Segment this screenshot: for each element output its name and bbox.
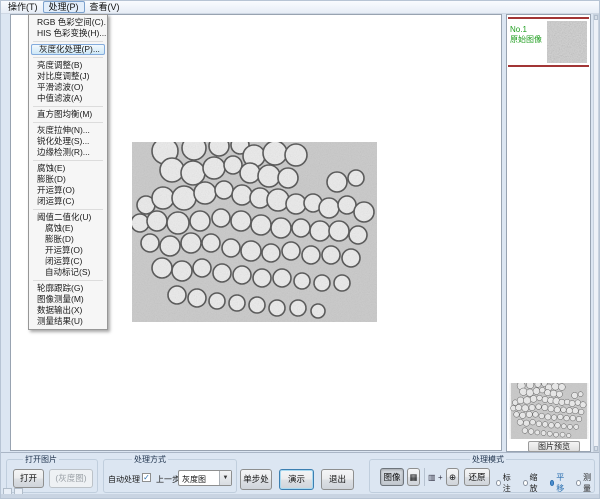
view-option-label: 标注 bbox=[503, 472, 514, 494]
view-option[interactable]: 标注 bbox=[496, 472, 514, 494]
result-item-text: No.1 原始图像 bbox=[510, 25, 548, 45]
chevron-down-icon[interactable]: ▼ bbox=[219, 471, 231, 485]
action-button[interactable]: 退出 bbox=[321, 469, 354, 490]
menu-item-highlighted[interactable]: 灰度化处理(P)... bbox=[31, 44, 105, 55]
menu-separator bbox=[33, 106, 103, 107]
menu-item[interactable]: 亮度调整(B) bbox=[30, 60, 106, 71]
menu-item[interactable]: 图像测量(M) bbox=[30, 294, 106, 305]
process-menu: RGB 色彩空间(C)...HIS 色彩变换(H)... 灰度化处理(P)... 亮… bbox=[28, 14, 108, 330]
image-toggle-button[interactable]: 图像 bbox=[380, 468, 404, 486]
window-bottom-edge bbox=[1, 494, 600, 499]
menu-separator bbox=[33, 57, 103, 58]
results-sidebar: No.1 原始图像 图片预览 bbox=[506, 14, 591, 452]
micrograph-image bbox=[132, 142, 377, 322]
auto-process-checkbox[interactable]: ✓ bbox=[142, 473, 151, 482]
radio-icon[interactable] bbox=[496, 480, 501, 486]
open-group-label: 打开图片 bbox=[23, 455, 59, 464]
menu-item[interactable]: 自动标记(S) bbox=[30, 267, 106, 278]
menu-item[interactable]: 腐蚀(E) bbox=[30, 163, 106, 174]
view-option[interactable]: 测量 bbox=[576, 472, 594, 494]
zoom-icon[interactable]: ⊕ bbox=[446, 468, 459, 486]
menubar-item[interactable]: 操作(T) bbox=[3, 1, 43, 13]
menu-item[interactable]: 腐蚀(E) bbox=[30, 223, 106, 234]
preview-button[interactable]: 图片预览 bbox=[528, 441, 580, 452]
menu-item[interactable]: HIS 色彩变换(H)... bbox=[30, 28, 106, 39]
menu-item[interactable]: 边缘检测(R)... bbox=[30, 147, 106, 158]
menu-item[interactable]: 中值滤波(A) bbox=[30, 93, 106, 104]
demo-button-default[interactable]: 演示 bbox=[279, 469, 314, 490]
grid-icon[interactable]: ▦ bbox=[407, 468, 420, 486]
auto-process-label: 自动处理 bbox=[108, 474, 140, 485]
scroll-up-icon[interactable] bbox=[594, 15, 598, 20]
open-button[interactable]: 打开 bbox=[13, 469, 44, 488]
reset-button[interactable]: 还原 bbox=[464, 468, 490, 486]
menu-item[interactable]: 平滑滤波(O) bbox=[30, 82, 106, 93]
histogram-icon[interactable]: ▥ bbox=[428, 473, 436, 482]
menu-item[interactable]: 开运算(O) bbox=[30, 245, 106, 256]
view-group-label: 处理模式 bbox=[470, 455, 506, 464]
radio-icon[interactable] bbox=[523, 480, 528, 486]
view-option[interactable]: 平移 bbox=[550, 472, 568, 494]
menu-separator bbox=[33, 209, 103, 210]
view-option[interactable]: 缩放 bbox=[523, 472, 541, 494]
menu-separator bbox=[33, 41, 103, 42]
process-mode-group: 处理方式 自动处理 ✓ 上一步: 灰度图 ▼ bbox=[103, 459, 237, 493]
menu-item[interactable]: 闭运算(C) bbox=[30, 196, 106, 207]
display-mode-group: 处理模式 图像 ▦ ▥ + ⊕ 还原 标注缩放平移测量 bbox=[369, 459, 595, 493]
plus-icon[interactable]: + bbox=[438, 473, 443, 482]
menu-item[interactable]: 阈值二值化(U) bbox=[30, 212, 106, 223]
view-option-label: 缩放 bbox=[530, 472, 541, 494]
menu-item[interactable]: 对比度调整(J) bbox=[30, 71, 106, 82]
prev-step-combobox[interactable]: 灰度图 ▼ bbox=[178, 470, 232, 486]
menu-separator bbox=[33, 160, 103, 161]
toolbar-divider bbox=[424, 468, 425, 486]
action-button[interactable]: 单步处理 bbox=[240, 469, 272, 490]
grayscale-button: (灰度图) bbox=[49, 469, 93, 488]
menu-separator bbox=[33, 122, 103, 123]
menu-item[interactable]: 数据输出(X) bbox=[30, 305, 106, 316]
app-window: 操作(T)处理(P)查看(V) RGB 色彩空间(C)...HIS 色彩变换(H… bbox=[0, 0, 600, 499]
result-item-thumbnail bbox=[547, 21, 587, 63]
scroll-down-icon[interactable] bbox=[594, 446, 598, 451]
menubar-item[interactable]: 处理(P) bbox=[43, 1, 85, 13]
radio-icon[interactable] bbox=[576, 480, 581, 486]
menubar: 操作(T)处理(P)查看(V) bbox=[1, 1, 599, 14]
view-options: 标注缩放平移测量 bbox=[496, 472, 594, 494]
mode-group-label: 处理方式 bbox=[132, 455, 168, 464]
menu-item[interactable]: 直方图均衡(M) bbox=[30, 109, 106, 120]
bottom-toolbar: 打开图片 打开 (灰度图) 处理方式 自动处理 ✓ 上一步: 灰度图 ▼ 单步处… bbox=[1, 452, 600, 494]
menu-item[interactable]: RGB 色彩空间(C)... bbox=[30, 17, 106, 28]
menu-item[interactable]: 闭运算(C) bbox=[30, 256, 106, 267]
menu-item[interactable]: 开运算(O) bbox=[30, 185, 106, 196]
menu-item[interactable]: 膨胀(D) bbox=[30, 234, 106, 245]
result-item-line2: 原始图像 bbox=[510, 35, 548, 45]
combobox-value: 灰度图 bbox=[182, 474, 206, 485]
menu-separator bbox=[33, 280, 103, 281]
menu-item[interactable]: 锐化处理(S)... bbox=[30, 136, 106, 147]
source-image-thumbnail[interactable] bbox=[509, 383, 589, 439]
menu-item[interactable]: 膨胀(D) bbox=[30, 174, 106, 185]
menu-item[interactable]: 测量结果(U) bbox=[30, 316, 106, 327]
view-option-label: 测量 bbox=[583, 472, 594, 494]
menubar-item[interactable]: 查看(V) bbox=[85, 1, 125, 13]
result-list-item[interactable]: No.1 原始图像 bbox=[508, 17, 589, 67]
sidebar-scrollbar[interactable] bbox=[593, 14, 599, 452]
menu-item[interactable]: 轮廓跟踪(G) bbox=[30, 283, 106, 294]
menu-item[interactable]: 灰度拉伸(N)... bbox=[30, 125, 106, 136]
result-item-line1: No.1 bbox=[510, 25, 548, 35]
view-option-label: 平移 bbox=[556, 472, 567, 494]
radio-icon[interactable] bbox=[550, 480, 555, 486]
